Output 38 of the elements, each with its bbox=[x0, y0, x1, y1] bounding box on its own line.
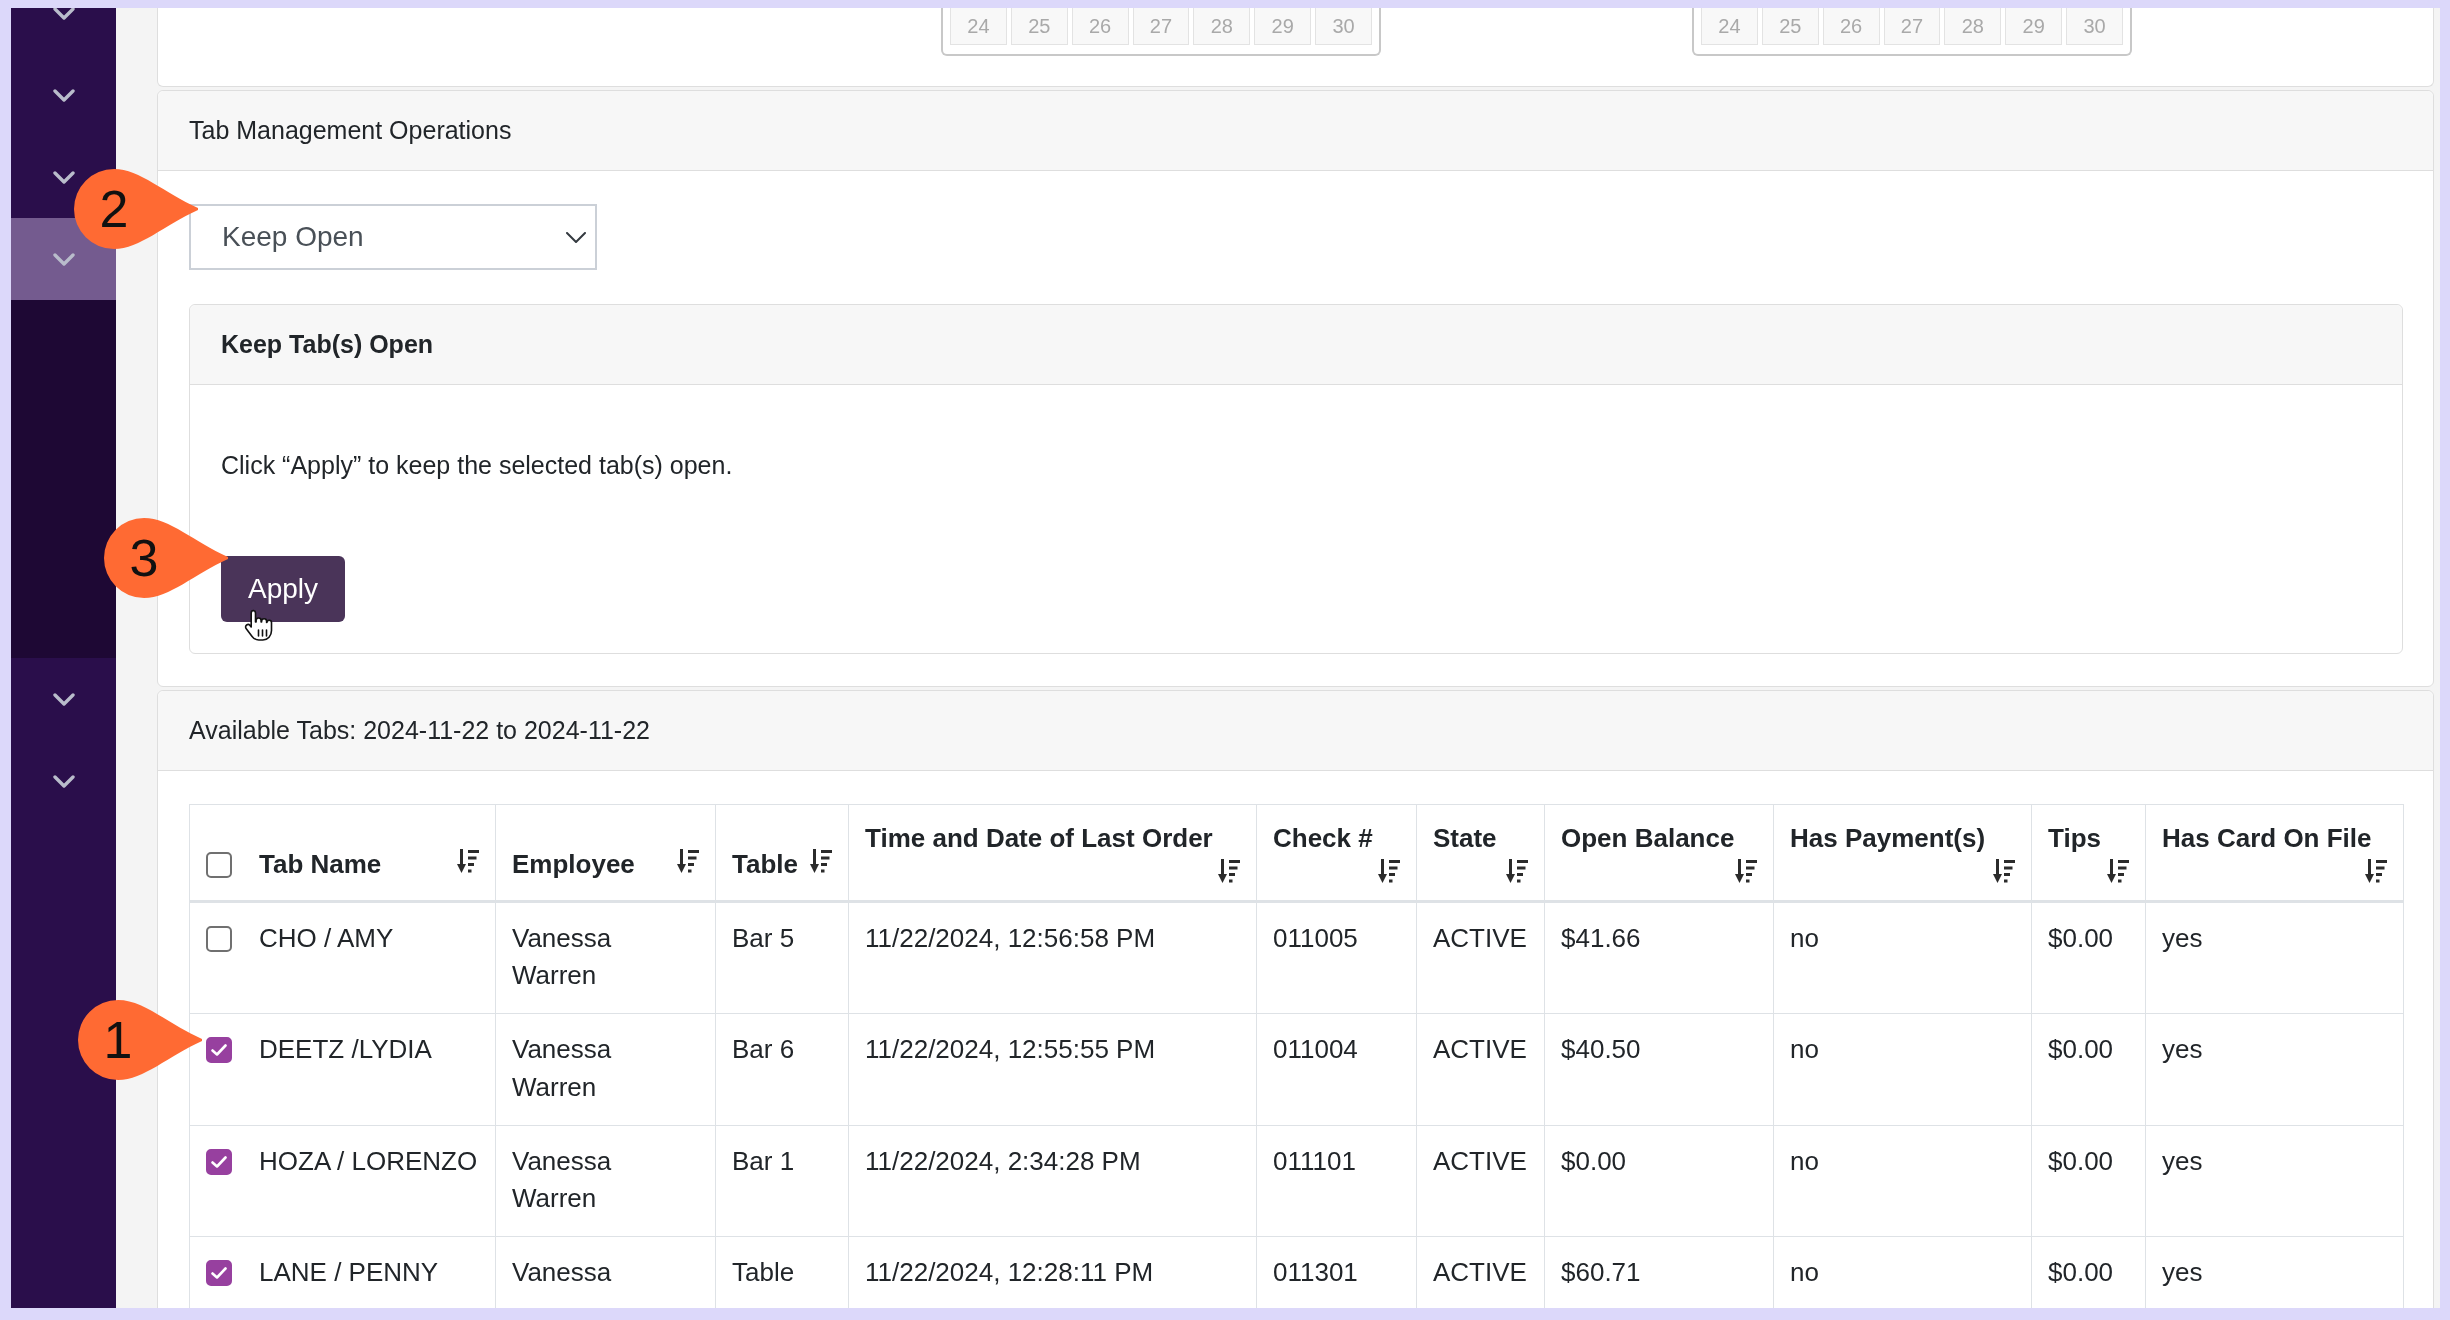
panel-title: Available Tabs: 2024-11-22 to 2024-11-22 bbox=[189, 716, 650, 745]
table-cell: yes bbox=[2145, 1013, 2404, 1125]
table-cell: $0.00 bbox=[2031, 1013, 2146, 1125]
table-cell: ACTIVE bbox=[1416, 1013, 1545, 1125]
table-cell: Vanessa Warren bbox=[495, 901, 716, 1014]
table-cell-text: HOZA / LORENZO bbox=[259, 1144, 478, 1178]
table-cell: no bbox=[1773, 901, 2032, 1014]
instruction-text: Click “Apply” to keep the selected tab(s) open. bbox=[221, 450, 734, 481]
step-tooltip: 3 bbox=[104, 518, 228, 598]
table-cell: 011004 bbox=[1256, 1013, 1417, 1125]
table-cell: ACTIVE bbox=[1416, 1125, 1545, 1237]
table-cell-text: CHO / AMY bbox=[259, 921, 394, 955]
table-cell: 011101 bbox=[1256, 1125, 1417, 1237]
table-cell: Bar 1 bbox=[715, 1125, 849, 1237]
step-tooltip: 2 bbox=[74, 169, 198, 249]
step-tooltip: 1 bbox=[78, 1000, 202, 1081]
table-cell: no bbox=[1773, 1013, 2032, 1125]
table-cell: 11/22/2024, 12:55:55 PM bbox=[848, 1013, 1257, 1125]
table-cell: Vanessa Warren bbox=[495, 1125, 716, 1237]
table-cell-text: DEETZ /LYDIA bbox=[259, 1033, 432, 1067]
table-cell: $0.00 bbox=[1544, 1125, 1774, 1237]
table-cell: ACTIVE bbox=[1416, 901, 1545, 1014]
table-cell: yes bbox=[2145, 901, 2404, 1014]
table-cell: Bar 6 bbox=[715, 1013, 849, 1125]
table-cell: Vanessa Warren bbox=[495, 1013, 716, 1125]
table-cell: Bar 5 bbox=[715, 901, 849, 1014]
table-cell: $0.00 bbox=[2031, 1125, 2146, 1237]
table-cell: $41.66 bbox=[1544, 901, 1774, 1014]
table-cell: 11/22/2024, 12:56:58 PM bbox=[848, 901, 1257, 1014]
table-cell: yes bbox=[2145, 1125, 2404, 1237]
table-cell: no bbox=[1773, 1125, 2032, 1237]
table-cell: $40.50 bbox=[1544, 1013, 1774, 1125]
table-cell: 011005 bbox=[1256, 901, 1417, 1014]
card-title: Keep Tab(s) Open bbox=[221, 330, 434, 359]
table-cell: $0.00 bbox=[2031, 901, 2146, 1014]
table-cell: 11/22/2024, 2:34:28 PM bbox=[848, 1125, 1257, 1237]
panel-title: Tab Management Operations bbox=[189, 116, 512, 145]
table-cell-text: LANE / PENNY bbox=[259, 1255, 439, 1289]
